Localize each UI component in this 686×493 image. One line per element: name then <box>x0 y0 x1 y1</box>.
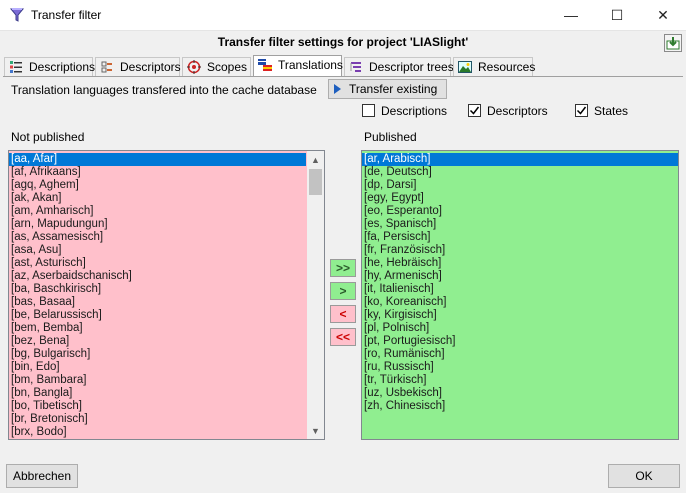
tab-label: Resources <box>478 60 536 74</box>
list-item[interactable]: [egy, Egypt] <box>362 192 678 205</box>
list-item[interactable]: [arn, Mapudungun] <box>9 218 306 231</box>
remove-button[interactable]: < <box>330 305 356 323</box>
list-item[interactable]: [ky, Kirgisisch] <box>362 309 678 322</box>
list-item[interactable]: [ko, Koreanisch] <box>362 296 678 309</box>
export-button[interactable] <box>664 34 682 52</box>
tab-label: Translations <box>278 58 343 72</box>
add-button[interactable]: > <box>330 282 356 300</box>
filter-icon <box>9 8 25 22</box>
tab-scopes[interactable]: Scopes <box>182 57 251 76</box>
list-item[interactable]: [asa, Asu] <box>9 244 306 257</box>
list-item[interactable]: [bez, Bena] <box>9 335 306 348</box>
list-item[interactable]: [fr, Französisch] <box>362 244 678 257</box>
list-item[interactable]: [es, Spanisch] <box>362 218 678 231</box>
list-item[interactable]: [dp, Darsi] <box>362 179 678 192</box>
list-item[interactable]: [ru, Russisch] <box>362 361 678 374</box>
add-all-button[interactable]: >> <box>330 259 356 277</box>
list-item[interactable]: [bin, Edo] <box>9 361 306 374</box>
tab-descriptions[interactable]: Descriptions <box>4 57 96 76</box>
list-item[interactable]: [pt, Portugiesisch] <box>362 335 678 348</box>
list-item[interactable]: [bn, Bangla] <box>9 387 306 400</box>
list-item[interactable]: [agq, Aghem] <box>9 179 306 192</box>
list-item[interactable]: [as, Assamesisch] <box>9 231 306 244</box>
remove-all-button[interactable]: << <box>330 328 356 346</box>
tab-label: Descriptor trees <box>369 60 454 74</box>
scroll-down-icon[interactable]: ▼ <box>311 426 320 436</box>
list-item[interactable]: [de, Deutsch] <box>362 166 678 179</box>
transfer-existing-label: Transfer existing <box>349 82 438 96</box>
list-item[interactable]: [ak, Akan] <box>9 192 306 205</box>
list-item[interactable]: [he, Hebräisch] <box>362 257 678 270</box>
list-item[interactable]: [bas, Basaa] <box>9 296 306 309</box>
list-item[interactable]: [af, Afrikaans] <box>9 166 306 179</box>
states-checkbox-label: States <box>594 104 629 118</box>
published-label: Published <box>364 130 417 144</box>
list-item[interactable]: [bo, Tibetisch] <box>9 400 306 413</box>
list-item[interactable]: [bg, Bulgarisch] <box>9 348 306 361</box>
list-item[interactable]: [eo, Esperanto] <box>362 205 678 218</box>
not-published-list[interactable]: [aa, Afar] [af, Afrikaans] [agq, Aghem] [ak… <box>8 150 325 440</box>
list-item[interactable]: [aa, Afar] <box>9 153 306 166</box>
tab-label: Descriptors <box>120 60 181 74</box>
page-title: Transfer filter settings for project 'LI… <box>217 35 469 49</box>
scroll-up-icon[interactable]: ▲ <box>311 155 320 165</box>
not-published-label: Not published <box>11 130 85 144</box>
list-item[interactable]: [tr, Türkisch] <box>362 374 678 387</box>
checkmark-icon <box>469 106 480 115</box>
descriptions-checkbox[interactable] <box>362 104 375 117</box>
descriptors-icon <box>101 61 112 73</box>
descriptions-checkbox-label: Descriptions <box>381 104 448 118</box>
list-item[interactable]: [uz, Usbekisch] <box>362 387 678 400</box>
checkmark-icon <box>576 106 587 115</box>
tab-descriptors[interactable]: Descriptors <box>95 57 181 76</box>
translations-icon <box>258 59 272 71</box>
list-item[interactable]: [be, Belarussisch] <box>9 309 306 322</box>
list-item[interactable]: [ast, Asturisch] <box>9 257 306 270</box>
descriptors-checkbox[interactable] <box>468 104 481 117</box>
resources-icon <box>458 61 472 73</box>
info-label: Translation languages transfered into th… <box>11 83 317 97</box>
play-icon <box>334 84 341 94</box>
title-bar: Transfer filter — ☐ ✕ <box>0 0 686 31</box>
scopes-icon <box>187 60 201 74</box>
descriptors-checkbox-label: Descriptors <box>487 104 548 118</box>
tab-label: Scopes <box>207 60 248 74</box>
list-item[interactable]: [bm, Bambara] <box>9 374 306 387</box>
list-item[interactable]: [az, Aserbaidschanisch] <box>9 270 306 283</box>
maximize-button[interactable]: ☐ <box>594 0 640 31</box>
export-icon <box>666 37 680 50</box>
descriptions-icon <box>10 61 22 73</box>
list-item[interactable]: [it, Italienisch] <box>362 283 678 296</box>
window-title: Transfer filter <box>31 8 102 22</box>
list-item[interactable]: [pl, Polnisch] <box>362 322 678 335</box>
vertical-scrollbar[interactable]: ▲ ▼ <box>307 151 324 439</box>
published-list[interactable]: [ar, Arabisch] [de, Deutsch] [dp, Darsi] [e… <box>361 150 679 440</box>
list-item[interactable]: [brx, Bodo] <box>9 426 306 439</box>
tab-label: Descriptions <box>29 60 96 74</box>
cancel-button[interactable]: Abbrechen <box>6 464 78 488</box>
list-item[interactable]: [bem, Bemba] <box>9 322 306 335</box>
states-checkbox[interactable] <box>575 104 588 117</box>
tab-descriptor-trees[interactable]: Descriptor trees <box>344 57 454 76</box>
descriptor-trees-icon <box>350 62 361 72</box>
tab-translations[interactable]: Translations <box>253 55 343 77</box>
minimize-button[interactable]: — <box>548 0 594 31</box>
list-item[interactable]: [ba, Baschkirisch] <box>9 283 306 296</box>
list-item[interactable]: [fa, Persisch] <box>362 231 678 244</box>
list-item[interactable]: [zh, Chinesisch] <box>362 400 678 413</box>
ok-button[interactable]: OK <box>608 464 680 488</box>
list-item[interactable]: [ro, Rumänisch] <box>362 348 678 361</box>
tab-resources[interactable]: Resources <box>453 57 536 76</box>
scrollbar-thumb[interactable] <box>309 169 322 195</box>
transfer-existing-button[interactable]: Transfer existing <box>328 79 447 99</box>
close-button[interactable]: ✕ <box>640 0 686 31</box>
list-item[interactable]: [ar, Arabisch] <box>362 153 678 166</box>
list-item[interactable]: [br, Bretonisch] <box>9 413 306 426</box>
list-item[interactable]: [am, Amharisch] <box>9 205 306 218</box>
list-item[interactable]: [hy, Armenisch] <box>362 270 678 283</box>
